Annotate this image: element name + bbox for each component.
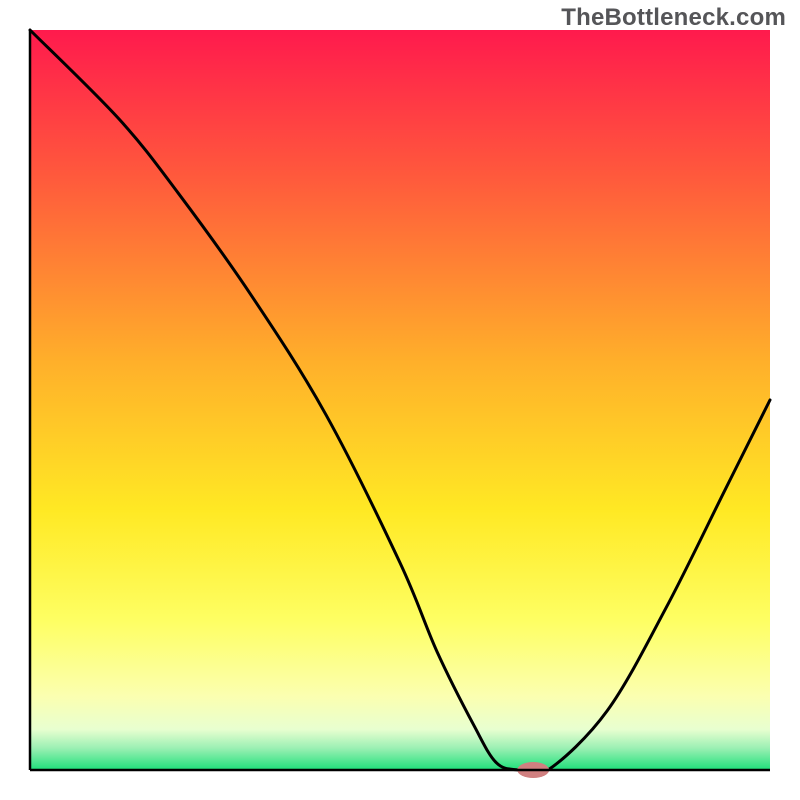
gradient-background [30,30,770,770]
watermark-text: TheBottleneck.com [561,4,786,32]
plot-area [30,30,770,778]
chart-container: TheBottleneck.com [0,0,800,800]
bottleneck-chart [0,0,800,800]
